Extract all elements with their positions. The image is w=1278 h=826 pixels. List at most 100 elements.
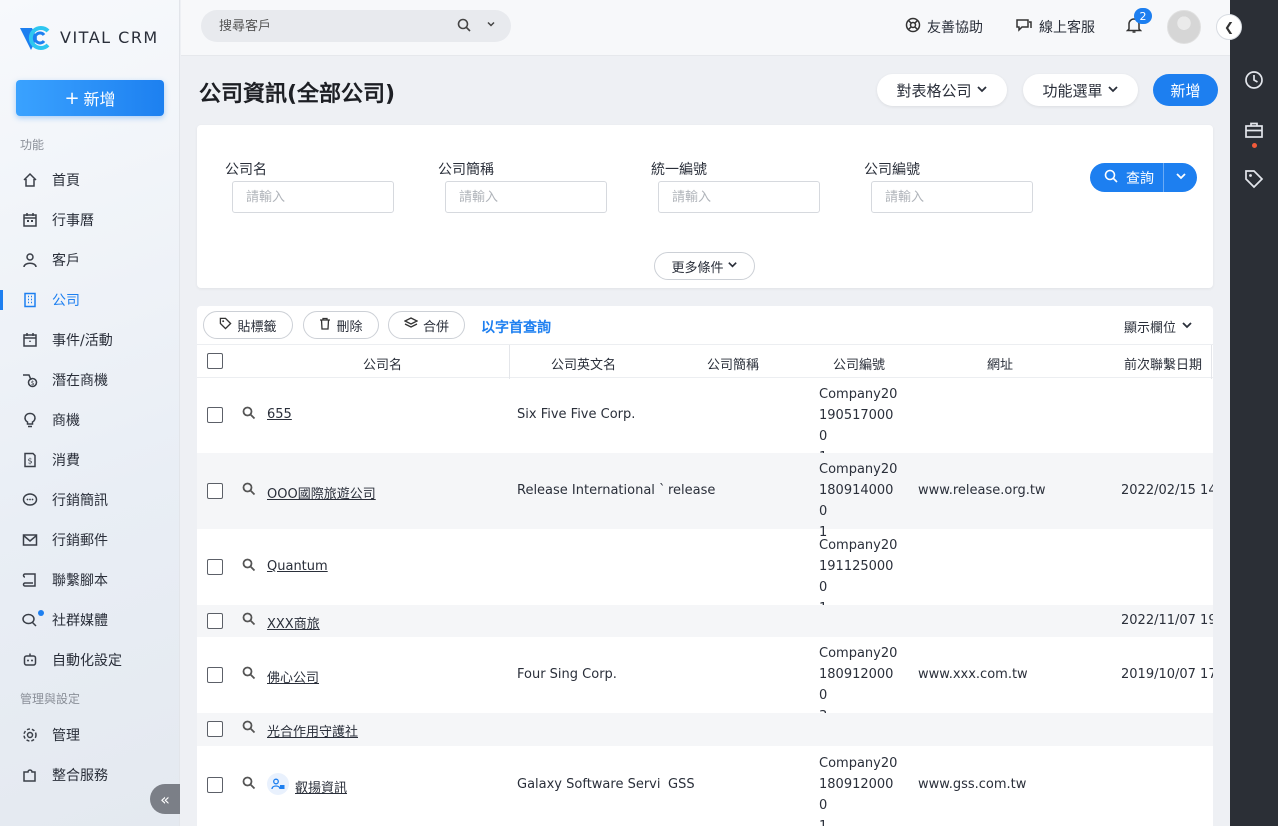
company-name-link[interactable]: 光合作用守護社: [267, 721, 358, 740]
sidebar-item-potential-deals[interactable]: $ 潛在商機: [0, 364, 179, 396]
sidebar-item-automation[interactable]: 自動化設定: [0, 644, 179, 676]
sidebar: VITAL CRM + 新增 功能 首頁 行事曆 客戶 公司 事件/活動 $ 潛…: [0, 0, 180, 826]
logo[interactable]: VITAL CRM: [18, 22, 159, 52]
magnifier-icon[interactable]: [242, 666, 256, 684]
row-checkbox[interactable]: [207, 559, 223, 575]
company-name-input[interactable]: [232, 181, 394, 213]
filter-panel: 公司名 公司簡稱 統一編號 公司編號 查詢 更多條件: [197, 125, 1213, 288]
sidebar-item-customers[interactable]: 客戶: [0, 244, 179, 276]
briefcase-notify-dot: [1252, 143, 1257, 148]
right-rail: [1230, 0, 1278, 826]
company-table-panel: 貼標籤 刪除 合併 以字首查詢 顯示欄位 公司名 公司英文名 公司簡稱 公司編號…: [197, 306, 1213, 826]
rail-toggle-button[interactable]: ❮: [1216, 14, 1242, 40]
tag-button[interactable]: 貼標籤: [203, 311, 293, 339]
double-chevron-left-icon: «: [160, 789, 170, 809]
magnifier-icon[interactable]: [242, 776, 256, 794]
header-last-contact[interactable]: 前次聯繫日期: [1124, 354, 1202, 373]
sidebar-new-button[interactable]: + 新增: [16, 80, 164, 116]
filter-label-short-name: 公司簡稱: [438, 162, 494, 178]
sidebar-item-consumption[interactable]: $ 消費: [0, 444, 179, 476]
header-website[interactable]: 網址: [987, 354, 1013, 373]
magnifier-icon[interactable]: [242, 720, 256, 738]
search-icon[interactable]: [457, 18, 471, 36]
chevron-down-icon: [1107, 81, 1119, 99]
sidebar-item-sms[interactable]: 行銷簡訊: [0, 484, 179, 516]
sidebar-item-deals[interactable]: 商機: [0, 404, 179, 436]
row-checkbox[interactable]: [207, 613, 223, 629]
new-company-button[interactable]: 新增: [1153, 74, 1218, 106]
sidebar-item-company[interactable]: 公司: [0, 284, 179, 316]
sidebar-item-events[interactable]: 事件/活動: [0, 324, 179, 356]
receipt-icon: $: [22, 452, 38, 468]
tag-icon[interactable]: [1244, 169, 1264, 189]
row-checkbox[interactable]: [207, 667, 223, 683]
table-row[interactable]: 佛心公司 Four Sing Corp. Company20 180912000…: [197, 637, 1213, 724]
alpha-search-link[interactable]: 以字首查詢: [481, 317, 551, 337]
tax-id-input[interactable]: [658, 181, 820, 213]
query-main[interactable]: 查詢: [1090, 163, 1164, 192]
sidebar-item-admin[interactable]: 管理: [0, 719, 179, 751]
row-checkbox[interactable]: [207, 407, 223, 423]
home-icon: [22, 172, 38, 188]
table-row[interactable]: OOO國際旅遊公司 Release International ` releas…: [197, 453, 1213, 540]
sidebar-item-email[interactable]: 行銷郵件: [0, 524, 179, 556]
more-conditions-button[interactable]: 更多條件: [654, 252, 755, 280]
company-name-link[interactable]: Quantum: [267, 559, 328, 574]
header-short-name[interactable]: 公司簡稱: [707, 354, 759, 373]
support-link[interactable]: 線上客服: [1015, 17, 1095, 37]
company-name-link[interactable]: OOO國際旅遊公司: [267, 483, 376, 502]
table-row[interactable]: 光合作用守護社: [197, 713, 1213, 746]
row-checkbox[interactable]: [207, 721, 223, 737]
row-checkbox[interactable]: [207, 483, 223, 499]
mail-icon: [22, 532, 38, 548]
company-short-name: release: [668, 483, 716, 498]
table-row[interactable]: XXX商旅 2022/11/07 19: [197, 605, 1213, 637]
delete-button[interactable]: 刪除: [303, 311, 379, 339]
company-name-link[interactable]: XXX商旅: [267, 613, 320, 632]
column-divider[interactable]: [509, 345, 510, 379]
sidebar-collapse-button[interactable]: «: [150, 784, 180, 814]
script-icon: [22, 572, 38, 588]
merge-button[interactable]: 合併: [388, 311, 465, 339]
magnifier-icon[interactable]: [242, 612, 256, 630]
table-row[interactable]: Quantum Company20 1911250000 1: [197, 529, 1213, 616]
table-row[interactable]: 655 Six Five Five Corp. Company20 190517…: [197, 378, 1213, 465]
column-divider[interactable]: [1211, 345, 1212, 379]
view-select-dropdown[interactable]: 對表格公司: [877, 74, 1007, 106]
chevron-down-icon[interactable]: [486, 18, 496, 33]
magnifier-icon[interactable]: [242, 558, 256, 576]
header-company-name[interactable]: 公司名: [363, 354, 402, 373]
sidebar-item-social[interactable]: 社群媒體: [0, 604, 179, 636]
display-columns-dropdown[interactable]: 顯示欄位: [1124, 317, 1193, 336]
help-link[interactable]: 友善協助: [905, 17, 983, 37]
header-company-code[interactable]: 公司編號: [833, 354, 885, 373]
header-english-name[interactable]: 公司英文名: [551, 354, 616, 373]
select-all-checkbox[interactable]: [207, 353, 223, 369]
clock-icon[interactable]: [1244, 70, 1264, 90]
table-row[interactable]: 叡揚資訊 Galaxy Software Servi GSS Company20…: [197, 746, 1213, 826]
magnifier-icon[interactable]: [242, 406, 256, 424]
briefcase-icon[interactable]: [1244, 120, 1264, 140]
company-english-name: Release International `: [517, 483, 666, 498]
company-name-link[interactable]: 佛心公司: [267, 667, 319, 686]
company-name-link[interactable]: 655: [267, 407, 292, 422]
tag-icon: [219, 317, 233, 334]
chevron-down-icon: [1175, 170, 1187, 186]
avatar[interactable]: [1167, 10, 1201, 44]
sidebar-item-calendar[interactable]: 行事曆: [0, 204, 179, 236]
magnifier-icon[interactable]: [242, 482, 256, 500]
query-options-toggle[interactable]: [1164, 170, 1197, 186]
short-name-input[interactable]: [445, 181, 607, 213]
search-input[interactable]: [219, 18, 439, 34]
function-menu-dropdown[interactable]: 功能選單: [1023, 74, 1138, 106]
sidebar-item-integration[interactable]: 整合服務: [0, 759, 179, 791]
query-button[interactable]: 查詢: [1090, 163, 1197, 192]
row-checkbox[interactable]: [207, 777, 223, 793]
last-contact-date: 2022/11/07 19: [1121, 613, 1213, 628]
company-code: Company20 1809120000 1: [819, 756, 898, 826]
company-code-input[interactable]: [871, 181, 1033, 213]
sidebar-item-home[interactable]: 首頁: [0, 164, 179, 196]
company-name-link[interactable]: 叡揚資訊: [295, 777, 347, 796]
potential-deal-icon: $: [22, 372, 38, 388]
sidebar-item-scripts[interactable]: 聯繫腳本: [0, 564, 179, 596]
